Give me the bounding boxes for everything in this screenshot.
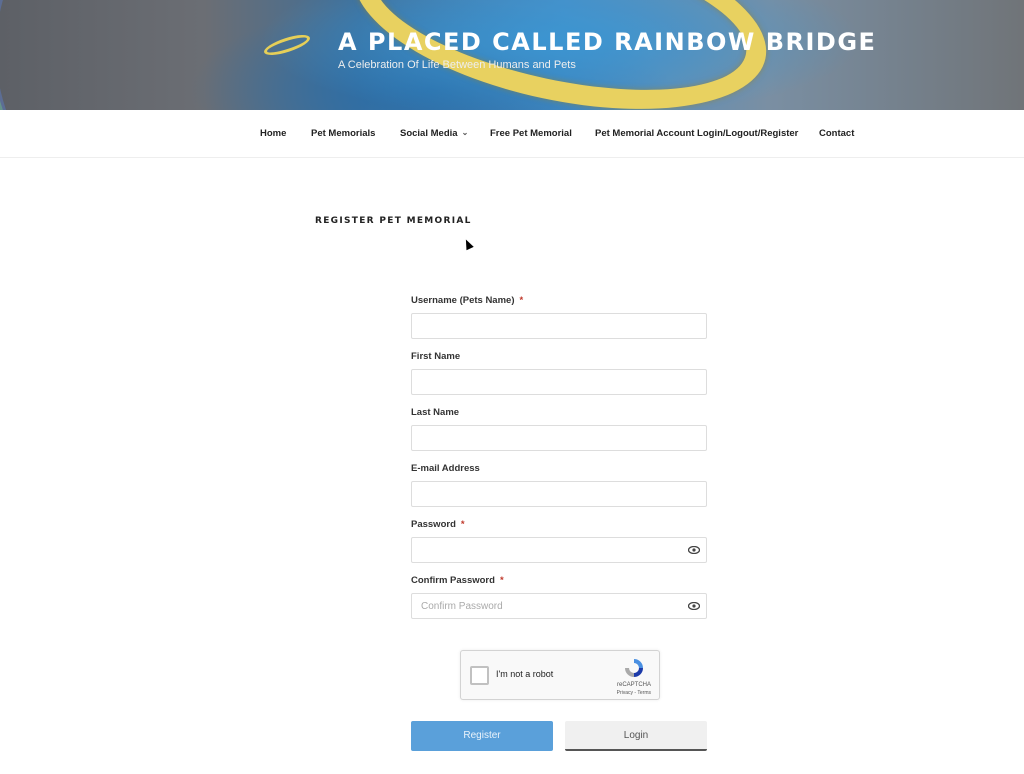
- recaptcha-checkbox[interactable]: [470, 666, 489, 685]
- page-title: REGISTER PET MEMORIAL: [315, 216, 472, 226]
- first-name-input[interactable]: [411, 369, 707, 395]
- recaptcha-widget: I'm not a robot reCAPTCHA Privacy - Term…: [460, 650, 660, 700]
- recaptcha-logo-icon: [625, 659, 643, 677]
- site-tagline: A Celebration Of Life Between Humans and…: [338, 59, 576, 71]
- email-input[interactable]: [411, 481, 707, 507]
- nav-item-label: Social Media: [400, 128, 458, 139]
- last-name-input[interactable]: [411, 425, 707, 451]
- confirm-password-label: Confirm Password *: [411, 575, 504, 586]
- password-input[interactable]: [411, 537, 707, 563]
- confirm-password-input[interactable]: [411, 593, 707, 619]
- login-button[interactable]: Login: [565, 721, 707, 751]
- nav-item-contact[interactable]: Contact: [819, 128, 854, 139]
- username-input[interactable]: [411, 313, 707, 339]
- show-password-eye-icon[interactable]: [688, 546, 700, 554]
- email-label: E-mail Address: [411, 463, 480, 474]
- username-label: Username (Pets Name) *: [411, 295, 524, 306]
- nav-item-social-media[interactable]: Social Media ⌄: [400, 128, 468, 139]
- chevron-down-icon: ⌄: [461, 128, 469, 137]
- nav-item-free-pet-memorial[interactable]: Free Pet Memorial: [490, 128, 572, 139]
- required-star: *: [460, 519, 465, 530]
- show-confirm-password-eye-icon[interactable]: [688, 602, 700, 610]
- required-star: *: [499, 575, 504, 586]
- main-navigation: Home Pet Memorials Social Media ⌄ Free Pe…: [0, 110, 1024, 158]
- required-star: *: [519, 295, 524, 306]
- site-title[interactable]: A PLACED CALLED RAINBOW BRIDGE: [338, 28, 876, 56]
- nav-item-pet-memorials[interactable]: Pet Memorials: [311, 128, 375, 139]
- recaptcha-brand: reCAPTCHA: [616, 682, 651, 688]
- last-name-label: Last Name: [411, 407, 460, 418]
- site-logo-halo-icon[interactable]: [262, 30, 312, 60]
- mouse-cursor-icon: [462, 237, 474, 251]
- first-name-label: First Name: [411, 351, 461, 362]
- register-button[interactable]: Register: [411, 721, 553, 751]
- site-header: A PLACED CALLED RAINBOW BRIDGE A Celebra…: [0, 0, 1024, 110]
- nav-item-home[interactable]: Home: [260, 128, 286, 139]
- nav-item-account-login[interactable]: Pet Memorial Account Login/Logout/Regist…: [595, 128, 798, 139]
- recaptcha-privacy-terms-link[interactable]: Privacy - Terms: [617, 690, 651, 696]
- password-label: Password *: [411, 519, 465, 530]
- recaptcha-label: I'm not a robot: [496, 669, 554, 679]
